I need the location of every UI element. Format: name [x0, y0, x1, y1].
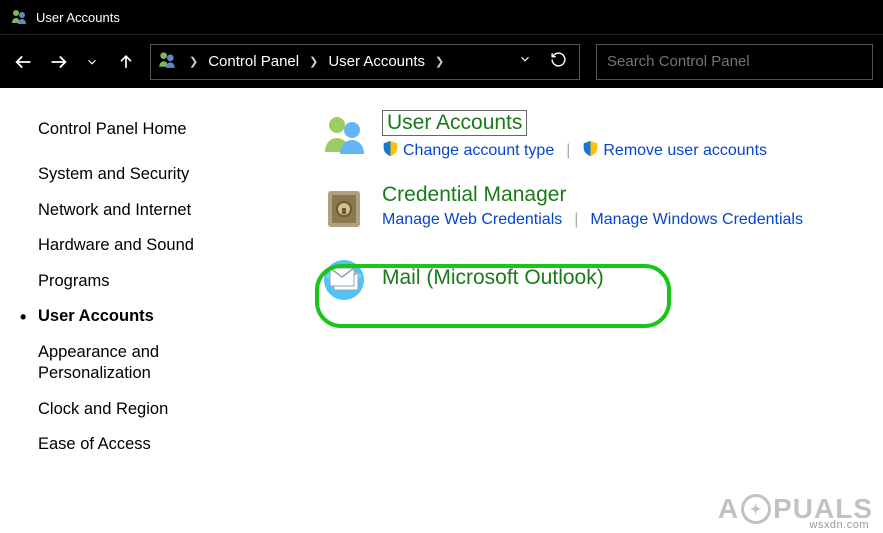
link-label: Manage Web Credentials — [382, 211, 562, 229]
category-user-accounts: User Accounts Change account type | Remo… — [320, 110, 863, 163]
sidebar: Control Panel Home System and Security N… — [0, 88, 230, 533]
title-bar: User Accounts — [0, 0, 883, 34]
link-label: Change account type — [403, 142, 554, 160]
category-title-user-accounts[interactable]: User Accounts — [382, 110, 527, 136]
link-label: Remove user accounts — [603, 142, 767, 160]
mail-outlook-icon — [320, 256, 370, 309]
refresh-button[interactable] — [550, 51, 567, 73]
chevron-right-icon[interactable]: ❯ — [305, 55, 322, 68]
uac-shield-icon — [582, 140, 599, 162]
category-title-credential-manager[interactable]: Credential Manager — [382, 183, 566, 207]
category-credential-manager: Credential Manager Manage Web Credential… — [320, 183, 863, 236]
sidebar-item-system-security[interactable]: System and Security — [38, 157, 220, 192]
chevron-right-icon[interactable]: ❯ — [185, 55, 202, 68]
watermark-text: A — [718, 493, 739, 525]
link-label: Manage Windows Credentials — [590, 211, 803, 229]
link-manage-windows-credentials[interactable]: Manage Windows Credentials — [590, 211, 803, 229]
sidebar-item-hardware-sound[interactable]: Hardware and Sound — [38, 228, 220, 263]
link-manage-web-credentials[interactable]: Manage Web Credentials — [382, 211, 562, 229]
recent-dropdown-button[interactable] — [78, 48, 106, 76]
uac-shield-icon — [382, 140, 399, 162]
search-box[interactable] — [596, 44, 873, 80]
user-accounts-icon — [157, 49, 177, 74]
sidebar-item-home[interactable]: Control Panel Home — [38, 112, 220, 147]
user-accounts-icon — [10, 7, 28, 28]
category-title-mail-outlook[interactable]: Mail (Microsoft Outlook) — [382, 266, 604, 290]
separator: | — [568, 211, 584, 229]
back-button[interactable] — [10, 48, 38, 76]
globe-icon: ✦ — [741, 494, 771, 524]
breadcrumb: ❯ Control Panel ❯ User Accounts ❯ — [185, 51, 448, 72]
crumb-control-panel[interactable]: Control Panel — [204, 51, 303, 72]
main-panel: User Accounts Change account type | Remo… — [230, 88, 883, 533]
sidebar-item-clock-region[interactable]: Clock and Region — [38, 392, 220, 427]
sidebar-item-appearance[interactable]: Appearance and Personalization — [38, 335, 220, 392]
credential-manager-icon — [320, 183, 370, 236]
search-input[interactable] — [607, 53, 862, 70]
watermark-footer: wsxdn.com — [809, 519, 869, 531]
forward-button[interactable] — [44, 48, 72, 76]
link-remove-user-accounts[interactable]: Remove user accounts — [582, 140, 767, 162]
sidebar-item-programs[interactable]: Programs — [38, 264, 220, 299]
address-dropdown-button[interactable] — [518, 52, 532, 71]
nav-bar: ❯ Control Panel ❯ User Accounts ❯ — [0, 34, 883, 88]
link-change-account-type[interactable]: Change account type — [382, 140, 554, 162]
up-button[interactable] — [112, 48, 140, 76]
sidebar-item-ease-access[interactable]: Ease of Access — [38, 427, 220, 462]
content-area: Control Panel Home System and Security N… — [0, 88, 883, 533]
window-title: User Accounts — [36, 10, 120, 25]
category-mail-outlook: Mail (Microsoft Outlook) — [320, 256, 863, 309]
chevron-right-icon[interactable]: ❯ — [431, 55, 448, 68]
sidebar-item-network-internet[interactable]: Network and Internet — [38, 193, 220, 228]
crumb-user-accounts[interactable]: User Accounts — [324, 51, 429, 72]
address-bar[interactable]: ❯ Control Panel ❯ User Accounts ❯ — [150, 44, 580, 80]
sidebar-item-user-accounts[interactable]: User Accounts — [38, 299, 220, 334]
user-accounts-large-icon — [320, 110, 370, 163]
separator: | — [560, 142, 576, 160]
